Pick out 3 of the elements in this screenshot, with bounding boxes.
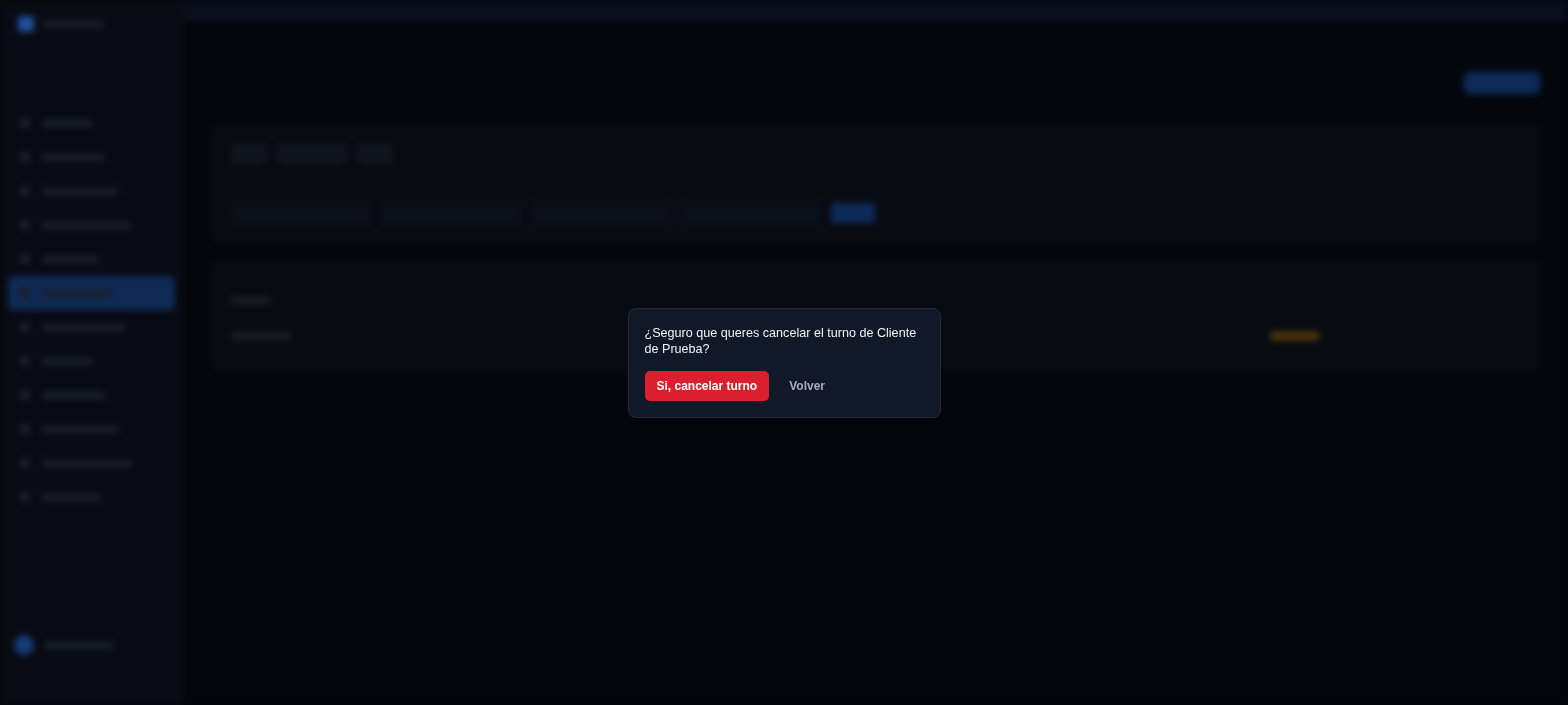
back-button[interactable]: Volver [777, 370, 837, 401]
confirm-cancel-button[interactable]: Si, cancelar turno [644, 370, 770, 401]
confirm-message: ¿Seguro que queres cancelar el turno de Cliente de Prueba? [644, 324, 918, 357]
